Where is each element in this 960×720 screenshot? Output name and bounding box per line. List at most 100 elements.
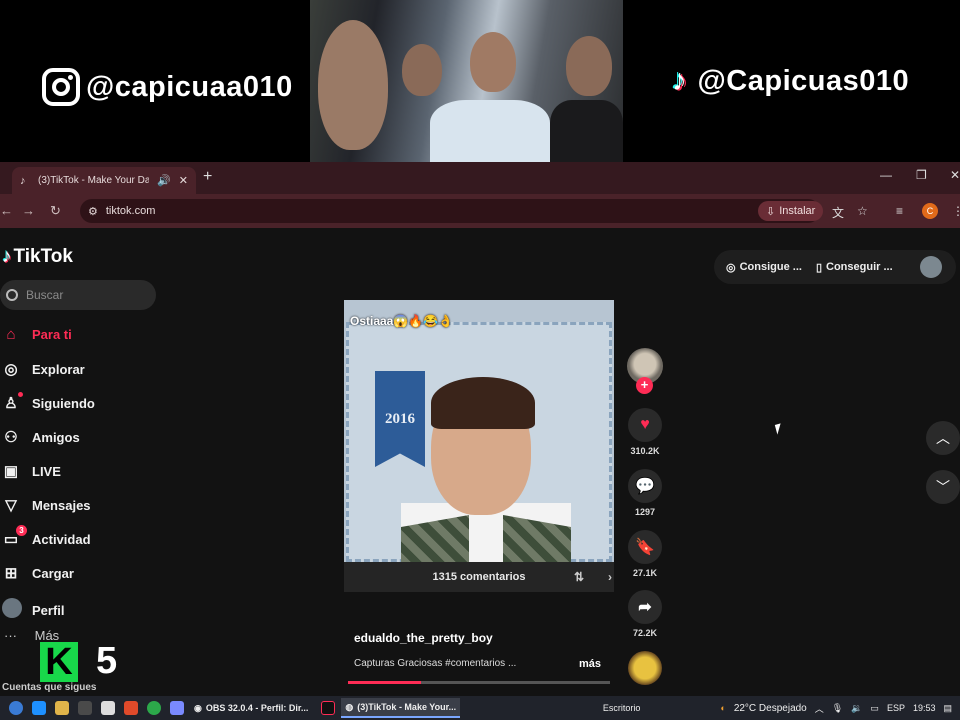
nav-label: Cargar: [32, 565, 74, 581]
pill-label: Conseguir ...: [826, 261, 893, 273]
brave-icon[interactable]: [124, 701, 138, 715]
video-progress-bar[interactable]: [348, 681, 610, 684]
clock[interactable]: 19:53: [913, 703, 936, 713]
close-window-button[interactable]: ✕: [950, 168, 960, 182]
taskbar-chrome-tiktok[interactable]: ◍ (3)TikTok - Make Your...: [341, 698, 461, 718]
language-indicator[interactable]: ESP: [887, 703, 905, 713]
mail-icon[interactable]: [101, 701, 115, 715]
music-disc-avatar[interactable]: [628, 651, 662, 685]
description-more-link[interactable]: más: [579, 658, 601, 670]
k-badge-number: 5: [96, 640, 118, 682]
app-icon[interactable]: [170, 701, 184, 715]
comments-count-text: 1315 comentarios: [432, 571, 526, 583]
bookmark-icon: 🔖: [635, 539, 655, 556]
instagram-handle-text: @capicuaa010: [86, 70, 293, 103]
translate-icon[interactable]: 文: [832, 204, 844, 221]
tiktok-taskbar-icon[interactable]: [321, 701, 336, 715]
video-top-caption: Ostiaaa😱🔥😂👌: [350, 314, 454, 328]
system-tray: Escritorio ◐ 22°C Despejado ︿ 🎙 🔉 ▭ ESP …: [603, 696, 960, 720]
new-tab-button[interactable]: +: [203, 168, 212, 186]
activity-icon: ▭ 3: [2, 525, 27, 548]
comment-button[interactable]: 💬 1297: [626, 469, 664, 517]
url-field[interactable]: ⚙ tiktok.com: [80, 199, 820, 223]
share-button[interactable]: ➦ 72.2K: [626, 590, 664, 638]
close-tab-icon[interactable]: ✕: [179, 174, 188, 187]
bookmark-star-icon[interactable]: ☆: [857, 204, 868, 218]
stream-overlay: @capicuaa010 ♪ @Capicuas010: [0, 0, 960, 176]
weather-text[interactable]: 22°C Despejado: [734, 703, 807, 714]
save-button[interactable]: 🔖 27.1K: [626, 530, 664, 578]
restore-button[interactable]: ❐: [916, 168, 927, 182]
live-icon: ▣: [3, 463, 19, 480]
video-player[interactable]: 2016 Ostiaaa😱🔥😂👌: [344, 300, 614, 562]
install-label: Instalar: [779, 205, 816, 217]
nav-cargar[interactable]: ⊞ Cargar: [2, 564, 74, 582]
minimize-button[interactable]: —: [880, 168, 892, 182]
taskbar-app-label: (3)TikTok - Make Your...: [357, 702, 457, 712]
nav-amigos[interactable]: ⚇ Amigos: [2, 428, 79, 446]
tiktok-page: ♪ TikTok Buscar ⌂ Para ti ◎ Explorar ♙ S…: [0, 228, 960, 696]
comment-icon: 💬: [635, 478, 655, 495]
search-icon[interactable]: [9, 701, 23, 715]
nav-explorar[interactable]: ◎ Explorar: [2, 360, 85, 378]
reload-button[interactable]: ↻: [50, 203, 61, 219]
tiktok-logo-icon: ♪: [672, 64, 688, 97]
previous-video-button[interactable]: ︿: [926, 421, 960, 455]
next-video-button[interactable]: ﹀: [926, 470, 960, 504]
follow-plus-button[interactable]: +: [636, 377, 653, 394]
sort-icon[interactable]: ⇅: [574, 570, 584, 584]
nav-siguiendo[interactable]: ♙ Siguiendo: [2, 392, 95, 412]
nav-label: LIVE: [32, 463, 61, 479]
video-author[interactable]: edualdo_the_pretty_boy: [354, 631, 493, 645]
messages-icon: ▽: [5, 497, 17, 514]
nav-actividad[interactable]: ▭ 3 Actividad: [2, 525, 91, 548]
activity-badge: 3: [16, 525, 27, 536]
home-icon: ⌂: [6, 326, 16, 343]
speaker-icon[interactable]: 🔊: [157, 174, 171, 187]
coin-icon: ◎: [726, 261, 736, 274]
edge-icon[interactable]: [32, 701, 46, 715]
tray-chevron-icon[interactable]: ︿: [815, 702, 824, 715]
site-info-icon[interactable]: ⚙: [88, 205, 98, 218]
phone-icon: ▯: [815, 261, 823, 274]
desktop-label[interactable]: Escritorio: [603, 703, 641, 713]
tiktok-logo[interactable]: ♪ TikTok: [2, 246, 73, 268]
get-coins-button[interactable]: ◎ Consigue ...: [726, 261, 802, 274]
url-text: tiktok.com: [105, 205, 156, 217]
following-icon: ♙: [2, 392, 23, 412]
nav-para-ti[interactable]: ⌂ Para ti: [2, 326, 71, 343]
share-icon: ➦: [638, 599, 652, 616]
back-button[interactable]: ←: [0, 203, 13, 218]
weather-icon: ◐: [720, 703, 726, 713]
instagram-handle: @capicuaa010: [42, 68, 293, 106]
notifications-icon[interactable]: ▤: [943, 703, 952, 714]
menu-icon[interactable]: ⋮: [952, 204, 960, 218]
taskbar-obs[interactable]: ◉ OBS 32.0.4 - Perfil: Dir...: [190, 698, 312, 718]
nav-perfil[interactable]: Perfil: [2, 598, 65, 622]
like-button[interactable]: ♥ 310.2K: [626, 408, 664, 456]
nav-label: Explorar: [32, 361, 85, 377]
chevron-right-icon[interactable]: ›: [608, 570, 612, 584]
search-input[interactable]: Buscar: [0, 280, 156, 310]
forward-button[interactable]: →: [22, 203, 35, 218]
share-count: 72.2K: [632, 628, 658, 638]
store-icon[interactable]: [78, 701, 92, 715]
comments-bar[interactable]: 1315 comentarios ⇅ ›: [344, 562, 614, 592]
chrome-icon[interactable]: [147, 701, 161, 715]
tiktok-note-icon: ♪: [2, 246, 12, 267]
media-control-icon[interactable]: ≡: [896, 204, 903, 218]
browser-profile-avatar[interactable]: C: [922, 203, 938, 219]
nav-mensajes[interactable]: ▽ Mensajes: [2, 496, 90, 514]
folder-icon[interactable]: [55, 701, 69, 715]
user-avatar[interactable]: [920, 256, 942, 278]
mic-icon[interactable]: 🎙: [832, 703, 843, 714]
webcam-feed: [310, 0, 623, 176]
network-icon[interactable]: ▭: [870, 703, 879, 714]
volume-icon[interactable]: 🔉: [851, 703, 862, 714]
obs-icon: ◉: [194, 702, 202, 713]
install-app-button[interactable]: ⇩ Instalar: [758, 201, 824, 221]
nav-live[interactable]: ▣ LIVE: [2, 462, 61, 480]
tab-tiktok[interactable]: ♪ (3)TikTok - Make Your Day 🔊 ✕: [12, 167, 196, 194]
get-app-button[interactable]: ▯ Conseguir ...: [816, 261, 893, 274]
pill-label: Consigue ...: [739, 261, 802, 273]
